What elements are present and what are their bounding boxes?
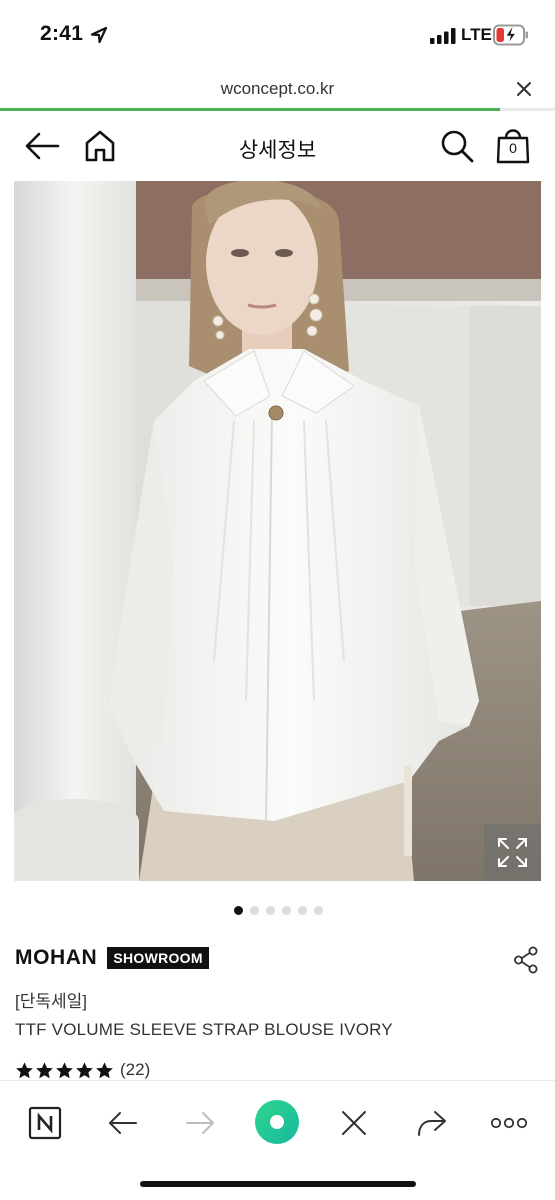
status-time: 2:41 [40, 22, 84, 45]
expand-icon [498, 838, 527, 867]
site-header: 상세정보 0 [0, 112, 555, 180]
pager-dot[interactable] [250, 906, 259, 915]
pager-dot[interactable] [234, 906, 243, 915]
page-load-progress-fill [0, 108, 500, 111]
pager-dot[interactable] [266, 906, 275, 915]
showroom-badge: SHOWROOM [107, 947, 209, 969]
image-pager[interactable] [0, 906, 555, 920]
pager-dot[interactable] [282, 906, 291, 915]
browser-back-button[interactable] [101, 1101, 145, 1145]
rating-row[interactable]: (22) [15, 1060, 150, 1080]
share-icon[interactable] [513, 946, 539, 974]
naver-home-button[interactable] [23, 1101, 67, 1145]
status-bar: 2:41 LTE [0, 0, 555, 68]
pager-dot[interactable] [298, 906, 307, 915]
rating-stars [15, 1061, 114, 1080]
star-icon [96, 1061, 113, 1078]
cart-button[interactable]: 0 [495, 126, 531, 164]
cellular-signal-icon [430, 28, 456, 44]
product-name: TTF VOLUME SLEEVE STRAP BLOUSE IVORY [15, 1020, 393, 1039]
sale-label: [단독세일] [15, 992, 88, 1011]
more-icon [490, 1117, 528, 1129]
product-photo [14, 181, 541, 881]
battery-charging-icon [493, 24, 528, 46]
brand-name[interactable]: MOHAN [15, 946, 97, 970]
back-arrow-icon[interactable] [22, 130, 62, 162]
review-count: (22) [120, 1060, 151, 1079]
pager-dot[interactable] [314, 906, 323, 915]
home-indicator[interactable] [140, 1181, 416, 1187]
star-icon [36, 1061, 53, 1078]
share-page-button[interactable] [410, 1101, 454, 1145]
share-arrow-icon [418, 1111, 446, 1136]
cart-count: 0 [509, 140, 517, 156]
url-bar[interactable]: wconcept.co.kr [0, 68, 555, 112]
more-options-button[interactable] [487, 1101, 531, 1145]
star-icon [56, 1061, 73, 1078]
forward-arrow-icon [186, 1112, 214, 1134]
star-icon [16, 1061, 33, 1078]
green-dot-button[interactable] [252, 1097, 302, 1147]
url-text[interactable]: wconcept.co.kr [0, 79, 555, 99]
back-arrow-icon [109, 1112, 137, 1134]
location-arrow-icon [90, 26, 108, 44]
search-icon[interactable] [439, 128, 475, 164]
close-browser-icon[interactable] [511, 76, 537, 102]
home-icon[interactable] [82, 128, 118, 164]
naver-n-icon [28, 1106, 62, 1140]
brand-row: MOHAN SHOWROOM [15, 944, 209, 972]
close-icon [342, 1111, 366, 1135]
green-dot-icon [255, 1100, 299, 1144]
page-load-progress [0, 108, 555, 111]
star-icon [76, 1061, 93, 1078]
close-tab-button[interactable] [332, 1101, 376, 1145]
product-image[interactable] [14, 181, 541, 881]
expand-image-button[interactable] [484, 824, 541, 881]
browser-forward-button[interactable] [178, 1101, 222, 1145]
network-type: LTE [461, 25, 492, 44]
browser-toolbar [0, 1080, 555, 1200]
